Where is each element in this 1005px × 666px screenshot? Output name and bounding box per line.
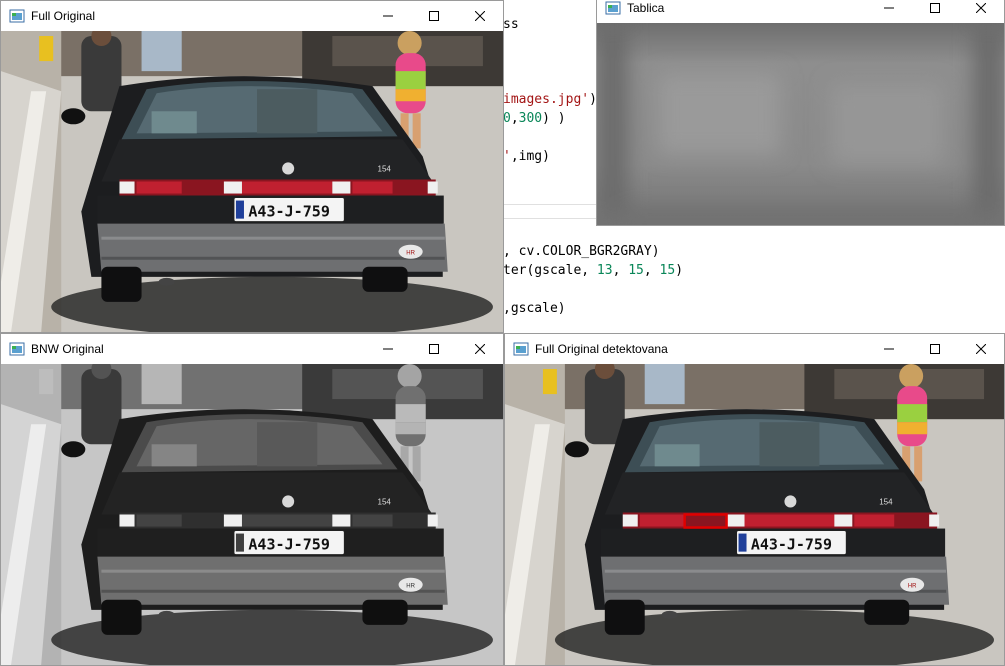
window-title: BNW Original <box>31 342 104 356</box>
opencv-window-icon <box>9 9 25 23</box>
close-icon <box>475 11 485 21</box>
plate-crop-canvas <box>597 23 1004 225</box>
code-line: 0,300) ) <box>503 111 566 126</box>
maximize-icon <box>930 344 940 354</box>
code-token: ,gscale) <box>503 301 566 316</box>
code-token: , <box>643 263 660 278</box>
model-badge: 154 <box>378 164 392 173</box>
code-token: 0 <box>503 111 511 126</box>
close-button[interactable] <box>958 334 1004 364</box>
minimize-button[interactable] <box>866 0 912 23</box>
close-icon <box>976 3 986 13</box>
code-token: 300 <box>518 111 543 126</box>
window-full-original[interactable]: Full Original A43-J-759 154 HR <box>0 0 504 333</box>
car-photo: A43-J-759 154 HR <box>1 31 503 332</box>
image-canvas: A43-J-759 154 HR <box>505 364 1004 665</box>
window-title: Full Original <box>31 9 96 23</box>
window-full-original-detektovana[interactable]: Full Original detektovana A43-J-759 154 … <box>504 333 1005 666</box>
code-line: images.jpg') <box>503 92 597 107</box>
dealer-sticker: HR <box>406 584 415 590</box>
code-token: ) <box>675 263 684 278</box>
license-plate-text: A43-J-759 <box>248 203 330 221</box>
minimize-button[interactable] <box>365 1 411 31</box>
code-token: images.jpg' <box>503 92 590 107</box>
code-token: 15 <box>628 263 644 278</box>
blurred-plate-image <box>597 23 1004 225</box>
code-token: , cv.COLOR_BGR2GRAY) <box>503 244 660 259</box>
image-canvas: A43-J-759 154 HR <box>1 31 503 332</box>
code-line: ss <box>503 17 519 32</box>
maximize-button[interactable] <box>411 334 457 364</box>
titlebar[interactable]: Tablica <box>597 0 1004 23</box>
code-token: , <box>510 111 519 126</box>
titlebar[interactable]: BNW Original <box>1 334 503 364</box>
code-token: ' <box>503 149 511 164</box>
close-button[interactable] <box>457 1 503 31</box>
code-token: ter(gscale, <box>503 263 597 278</box>
code-line: , cv.COLOR_BGR2GRAY) <box>503 244 660 259</box>
minimize-icon <box>383 348 393 350</box>
code-line: ',img) <box>503 149 550 164</box>
window-title: Full Original detektovana <box>535 342 668 356</box>
window-bnw-original[interactable]: BNW Original A43-J-759 154 HR <box>0 333 504 666</box>
titlebar[interactable]: Full Original detektovana <box>505 334 1004 364</box>
code-token: ,img) <box>510 149 550 164</box>
minimize-icon <box>383 15 393 17</box>
minimize-icon <box>884 7 894 9</box>
maximize-icon <box>930 3 940 13</box>
maximize-icon <box>429 11 439 21</box>
license-plate-text: A43-J-759 <box>248 536 330 554</box>
code-token: , <box>612 263 629 278</box>
code-token: ) ) <box>542 111 566 126</box>
window-title: Tablica <box>627 1 665 15</box>
detected-car-photo: A43-J-759 154 HR <box>505 364 1004 665</box>
dealer-sticker: HR <box>908 584 917 590</box>
grayscale-car-photo: A43-J-759 154 HR <box>1 364 503 665</box>
code-token: ss <box>503 17 519 32</box>
close-button[interactable] <box>457 334 503 364</box>
code-line: ter(gscale, 13, 15, 15) <box>503 263 683 278</box>
opencv-window-icon <box>605 1 621 15</box>
license-plate-text: A43-J-759 <box>751 536 832 554</box>
maximize-button[interactable] <box>912 0 958 23</box>
titlebar[interactable]: Full Original <box>1 1 503 31</box>
maximize-icon <box>429 344 439 354</box>
maximize-button[interactable] <box>912 334 958 364</box>
code-line: ,gscale) <box>503 301 566 316</box>
minimize-button[interactable] <box>365 334 411 364</box>
minimize-button[interactable] <box>866 334 912 364</box>
model-badge: 154 <box>879 497 893 506</box>
minimize-icon <box>884 348 894 350</box>
close-icon <box>475 344 485 354</box>
maximize-button[interactable] <box>411 1 457 31</box>
opencv-window-icon <box>9 342 25 356</box>
close-button[interactable] <box>958 0 1004 23</box>
code-token: 15 <box>659 263 676 278</box>
opencv-window-icon <box>513 342 529 356</box>
dealer-sticker: HR <box>406 251 415 257</box>
image-canvas: A43-J-759 154 HR <box>1 364 503 665</box>
close-icon <box>976 344 986 354</box>
model-badge: 154 <box>378 497 392 506</box>
code-token: 13 <box>596 263 613 278</box>
window-tablica[interactable]: Tablica <box>596 0 1005 226</box>
